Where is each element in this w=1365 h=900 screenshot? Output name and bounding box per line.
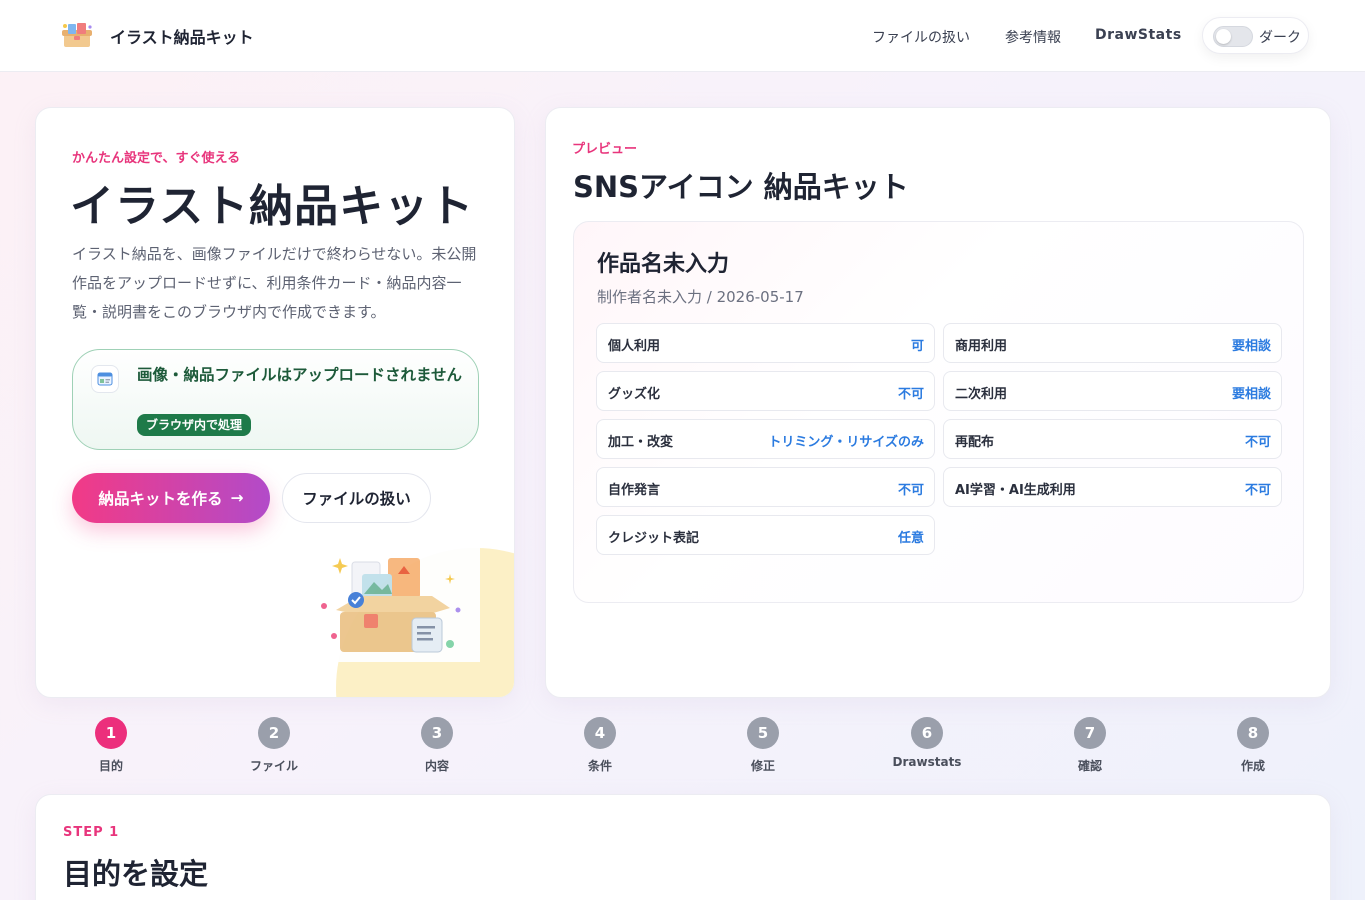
step-label: 目的: [98, 759, 123, 773]
term-name: 加工・改変: [608, 435, 674, 450]
step-1-section: STEP 1 目的を設定: [35, 794, 1331, 900]
dark-mode-label: ダーク: [1259, 30, 1301, 46]
preview-title: SNSアイコン 納品キット: [573, 170, 909, 204]
term-name: グッズ化: [608, 387, 661, 402]
browser-window-icon: [91, 365, 119, 393]
term-name: 自作発言: [608, 483, 661, 498]
notice-text: 画像・納品ファイルはアップロードされません: [137, 366, 463, 384]
step-number: 7: [1074, 717, 1106, 749]
dark-mode-toggle[interactable]: ダーク: [1202, 17, 1309, 54]
license-card: 作品名未入力 制作者名未入力 / 2026-05-17 個人利用 可 商用利用 …: [573, 221, 1304, 603]
hero-description: イラスト納品を、画像ファイルだけで終わらせない。未公開作品をアップロードせずに、…: [72, 245, 477, 321]
step-number: 4: [584, 717, 616, 749]
term-redistribution: 再配布 不可: [943, 419, 1282, 459]
create-kit-button[interactable]: 納品キットを作る →: [72, 473, 270, 523]
top-header: イラスト納品キット ファイルの扱い 参考情報 DrawStats ダーク: [0, 0, 1365, 72]
term-commercial-use: 商用利用 要相談: [943, 323, 1282, 363]
term-personal-use: 個人利用 可: [596, 323, 935, 363]
work-title: 作品名未入力: [597, 252, 730, 277]
term-value: 不可: [1244, 483, 1271, 498]
step-7[interactable]: 7 確認: [1040, 717, 1140, 774]
step-label: 内容: [424, 759, 449, 773]
term-modification: 加工・改変 トリミング・リサイズのみ: [596, 419, 935, 459]
term-ai-use: AI学習・AI生成利用 不可: [943, 467, 1282, 507]
upload-notice: 画像・納品ファイルはアップロードされません ブラウザ内で処理: [72, 349, 479, 450]
nav-file-handling[interactable]: ファイルの扱い: [872, 27, 970, 47]
step-number: 6: [911, 717, 943, 749]
term-value: トリミング・リサイズのみ: [768, 435, 924, 450]
arrow-right-icon: →: [230, 489, 244, 507]
step-1[interactable]: 1 目的: [61, 717, 161, 774]
term-value: 可: [910, 339, 924, 354]
preview-eyebrow: プレビュー: [572, 142, 638, 157]
section-eyebrow: STEP 1: [63, 825, 120, 840]
step-3[interactable]: 3 内容: [387, 717, 487, 774]
term-name: 二次利用: [955, 387, 1008, 402]
step-label: Drawstats: [892, 755, 962, 769]
step-label: 確認: [1077, 759, 1102, 773]
term-value: 不可: [897, 483, 924, 498]
hero-title: イラスト納品キット: [70, 181, 475, 232]
brand-name[interactable]: イラスト納品キット: [110, 24, 254, 48]
term-derivative-use: 二次利用 要相談: [943, 371, 1282, 411]
browser-processing-badge: ブラウザ内で処理: [137, 414, 252, 436]
step-5[interactable]: 5 修正: [713, 717, 813, 774]
preview-card: プレビュー SNSアイコン 納品キット 作品名未入力 制作者名未入力 / 202…: [545, 107, 1331, 698]
term-name: 再配布: [955, 435, 995, 450]
term-value: 要相談: [1231, 339, 1271, 354]
nav-drawstats[interactable]: DrawStats: [1095, 27, 1182, 43]
section-title: 目的を設定: [63, 857, 209, 891]
term-merch: グッズ化 不可: [596, 371, 935, 411]
toggle-switch[interactable]: [1213, 26, 1253, 47]
step-label: 修正: [750, 759, 775, 773]
nav-reference[interactable]: 参考情報: [1005, 27, 1061, 47]
step-2[interactable]: 2 ファイル: [224, 717, 324, 774]
gift-box-logo-icon[interactable]: [60, 21, 94, 51]
term-value: 不可: [897, 387, 924, 402]
toggle-knob: [1216, 29, 1231, 44]
term-name: 個人利用: [608, 339, 661, 354]
step-4[interactable]: 4 条件: [550, 717, 650, 774]
term-credit: クレジット表記 任意: [596, 515, 935, 555]
term-value: 要相談: [1231, 387, 1271, 402]
hero-eyebrow: かんたん設定で、すぐ使える: [72, 151, 241, 166]
step-label: 作成: [1240, 759, 1265, 773]
create-kit-label: 納品キットを作る: [98, 490, 223, 508]
step-label: ファイル: [249, 759, 298, 773]
file-handling-button[interactable]: ファイルの扱い: [282, 473, 431, 523]
step-8[interactable]: 8 作成: [1203, 717, 1303, 774]
step-number: 2: [258, 717, 290, 749]
term-name: AI学習・AI生成利用: [955, 483, 1076, 498]
term-name: クレジット表記: [608, 531, 700, 546]
step-label: 条件: [587, 759, 612, 773]
term-name: 商用利用: [955, 339, 1008, 354]
step-number: 5: [747, 717, 779, 749]
step-number: 8: [1237, 717, 1269, 749]
delivery-box-illustration: [300, 544, 480, 662]
work-meta: 制作者名未入力 / 2026-05-17: [597, 288, 804, 306]
step-6[interactable]: 6 Drawstats: [877, 717, 977, 769]
term-value: 任意: [897, 531, 924, 546]
hero-card: かんたん設定で、すぐ使える イラスト納品キット イラスト納品を、画像ファイルだけ…: [35, 107, 515, 698]
term-value: 不可: [1244, 435, 1271, 450]
step-number: 1: [95, 717, 127, 749]
term-self-claim: 自作発言 不可: [596, 467, 935, 507]
step-number: 3: [421, 717, 453, 749]
